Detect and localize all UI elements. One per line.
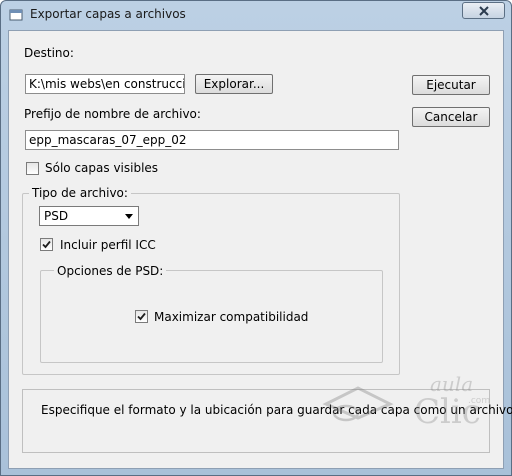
checkmark-icon [137,312,146,321]
file-type-group-title: Tipo de archivo: [29,186,131,200]
maximize-checkbox[interactable] [135,310,148,323]
aulaclic-watermark: aula .com Clic [322,372,490,438]
prefix-label: Prefijo de nombre de archivo: [24,107,201,121]
visible-only-checkbox[interactable] [26,162,39,175]
destination-label: Destino: [24,46,74,60]
close-icon [479,6,489,16]
browse-button[interactable]: Explorar... [195,74,273,94]
run-button-label: Ejecutar [426,78,476,92]
close-button[interactable] [462,2,505,19]
icc-label: Incluir perfil ICC [60,238,156,252]
checkmark-icon [42,240,51,249]
file-type-value: PSD [44,209,69,223]
cancel-button-label: Cancelar [424,110,478,124]
app-icon [9,9,23,21]
psd-options-group-title: Opciones de PSD: [54,264,167,278]
cancel-button[interactable]: Cancelar [412,107,490,127]
watermark-text-main: Clic [414,392,481,432]
destination-field[interactable]: K:\mis webs\en construccio [25,74,185,94]
window-title: Exportar capas a archivos [30,7,186,21]
visible-only-label: Sólo capas visibles [45,161,159,175]
chevron-down-icon [125,214,133,219]
file-type-select[interactable]: PSD [39,206,139,226]
run-button[interactable]: Ejecutar [412,75,490,95]
icc-checkbox[interactable] [40,238,53,251]
mortarboard-icon [322,386,394,422]
maximize-label: Maximizar compatibilidad [154,310,309,324]
title-bar[interactable]: Exportar capas a archivos [1,1,511,29]
prefix-field[interactable]: epp_mascaras_07_epp_02 [25,130,399,150]
